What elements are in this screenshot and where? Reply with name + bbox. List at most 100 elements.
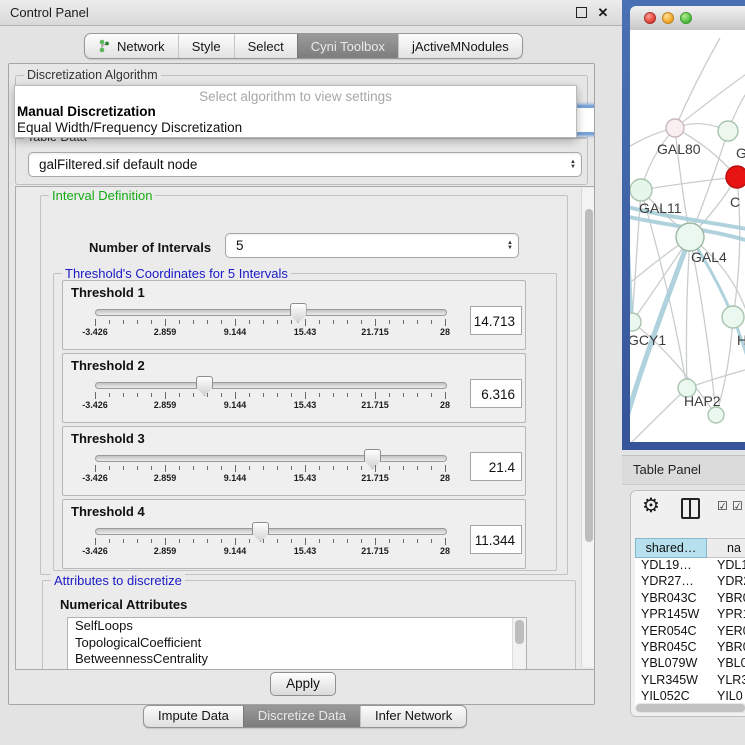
threshold-slider-track[interactable] <box>95 528 447 535</box>
slider-tick <box>277 320 278 324</box>
slider-tick <box>235 319 236 326</box>
attribute-list-item[interactable]: TopologicalCoefficient <box>68 635 526 652</box>
scrollbar-thumb[interactable] <box>636 704 745 712</box>
slider-tick <box>249 539 250 543</box>
threshold-value-field[interactable]: 11.344 <box>470 525 522 554</box>
apply-button[interactable]: Apply <box>270 672 336 696</box>
table-row[interactable]: YBR043CYBR0 <box>635 591 745 607</box>
algorithm-option-equal-width-frequency-discretization[interactable]: Equal Width/Frequency Discretization <box>15 120 576 136</box>
slider-tick <box>109 393 110 397</box>
show-columns-icon[interactable] <box>681 498 700 519</box>
network-node-c[interactable] <box>726 166 745 188</box>
threshold-slider-thumb[interactable] <box>196 376 213 396</box>
tab-style[interactable]: Style <box>178 34 234 58</box>
network-edge[interactable] <box>641 177 737 190</box>
algorithm-option-manual-discretization[interactable]: Manual Discretization <box>15 104 576 120</box>
slider-tick <box>151 466 152 470</box>
tab-cyni-toolbox[interactable]: Cyni Toolbox <box>297 34 398 58</box>
slider-tick <box>123 466 124 470</box>
threshold-slider-track[interactable] <box>95 309 447 316</box>
scrollbar-thumb[interactable] <box>515 620 524 644</box>
network-edge[interactable] <box>675 70 745 128</box>
close-traffic-light-icon[interactable] <box>644 12 656 24</box>
slider-tick <box>445 465 446 472</box>
slider-tick-label: 2.859 <box>143 546 187 556</box>
threshold-value-field[interactable]: 14.713 <box>470 306 522 335</box>
slider-tick <box>277 393 278 397</box>
network-node-gal[interactable] <box>718 121 738 141</box>
slider-tick-label: -3.426 <box>73 400 117 410</box>
minimize-traffic-light-icon[interactable] <box>662 12 674 24</box>
network-node[interactable] <box>708 407 724 423</box>
table-panel-title: Table Panel <box>633 456 701 484</box>
network-node-gal80[interactable] <box>666 119 684 137</box>
slider-tick-label: 9.144 <box>213 546 257 556</box>
number-of-intervals-combobox[interactable]: 5 ▲▼ <box>225 233 519 258</box>
slider-tick <box>305 538 306 545</box>
threshold-slider-track[interactable] <box>95 382 447 389</box>
network-edge[interactable] <box>630 388 687 442</box>
network-edge[interactable] <box>686 237 690 388</box>
settings-vertical-scrollbar[interactable] <box>581 188 595 667</box>
column-header-shared-[interactable]: shared… <box>635 538 707 558</box>
cell-shared-name: YER054C <box>635 624 707 640</box>
network-node-gal11[interactable] <box>630 179 652 201</box>
tab-discretize-data[interactable]: Discretize Data <box>243 706 360 727</box>
table-panel-titlebar: Table Panel <box>622 455 745 485</box>
table-row[interactable]: YDR27…YDR2 <box>635 574 745 590</box>
scrollbar-thumb[interactable] <box>585 209 593 542</box>
threshold-slider-thumb[interactable] <box>290 303 307 323</box>
tab-select[interactable]: Select <box>234 34 297 58</box>
table-row[interactable]: YER054CYER0 <box>635 624 745 640</box>
network-node-h[interactable] <box>722 306 744 328</box>
float-window-icon[interactable] <box>576 7 587 18</box>
table-row[interactable]: YPR145WYPR1 <box>635 607 745 623</box>
slider-tick <box>319 466 320 470</box>
gear-icon[interactable]: ⚙ <box>642 493 660 519</box>
table-row[interactable]: YBL079WYBL0 <box>635 656 745 672</box>
tab-jactivemnodules[interactable]: jActiveMNodules <box>398 34 522 58</box>
slider-tick <box>445 538 446 545</box>
network-node-gcy1[interactable] <box>630 313 641 331</box>
slider-tick <box>403 539 404 543</box>
checkbox-icon[interactable]: ☑ <box>717 500 728 512</box>
threshold-value-field[interactable]: 21.4 <box>470 452 522 481</box>
algorithm-option-select-algorithm-to-view-settings[interactable]: Select algorithm to view settings <box>15 89 576 104</box>
network-node-gal4[interactable] <box>676 223 704 251</box>
number-of-intervals-value: 5 <box>226 238 502 253</box>
close-icon[interactable]: ✕ <box>594 4 612 21</box>
network-canvas[interactable]: GAL80GALCGAL11GAL4GCY1HHAP2 <box>630 30 745 442</box>
slider-tick <box>123 320 124 324</box>
column-header-na[interactable]: na <box>707 538 745 558</box>
slider-tick <box>151 320 152 324</box>
slider-tick <box>137 539 138 543</box>
cell-shared-name: YLR345W <box>635 673 707 689</box>
zoom-traffic-light-icon[interactable] <box>680 12 692 24</box>
checkbox-icon[interactable]: ☑ <box>732 500 743 512</box>
table-horizontal-scrollbar[interactable] <box>635 703 745 713</box>
table-row[interactable]: YDL19…YDL1 <box>635 558 745 574</box>
slider-tick <box>347 539 348 543</box>
tab-impute-data[interactable]: Impute Data <box>144 706 243 727</box>
threshold-slider-thumb[interactable] <box>252 522 269 542</box>
number-of-intervals-label: Number of Intervals <box>89 240 211 255</box>
tab-network[interactable]: Network <box>85 34 178 58</box>
table-row[interactable]: YLR345WYLR3 <box>635 673 745 689</box>
network-node-label: GCY1 <box>630 332 666 348</box>
attributes-list-scrollbar[interactable] <box>512 618 526 670</box>
threshold-slider-track[interactable] <box>95 455 447 462</box>
slider-tick <box>193 320 194 324</box>
table-row[interactable]: YBR045CYBR0 <box>635 640 745 656</box>
cell-shared-name: YBL079W <box>635 656 707 672</box>
threshold-value-field[interactable]: 6.316 <box>470 379 522 408</box>
discretization-algorithm-group-title: Discretization Algorithm <box>24 68 161 82</box>
table-data-combobox[interactable]: galFiltered.sif default node ▲▼ <box>28 152 582 177</box>
network-edge[interactable] <box>675 38 720 128</box>
tab-infer-network[interactable]: Infer Network <box>360 706 466 727</box>
cell-shared-name: YDL19… <box>635 558 707 574</box>
attribute-list-item[interactable]: BetweennessCentrality <box>68 651 526 668</box>
attribute-list-item[interactable]: SelfLoops <box>68 618 526 635</box>
threshold-slider-thumb[interactable] <box>364 449 381 469</box>
threshold-label: Threshold 1 <box>71 285 145 300</box>
control-panel-tabbar: NetworkStyleSelectCyni ToolboxjActiveMNo… <box>84 33 523 59</box>
